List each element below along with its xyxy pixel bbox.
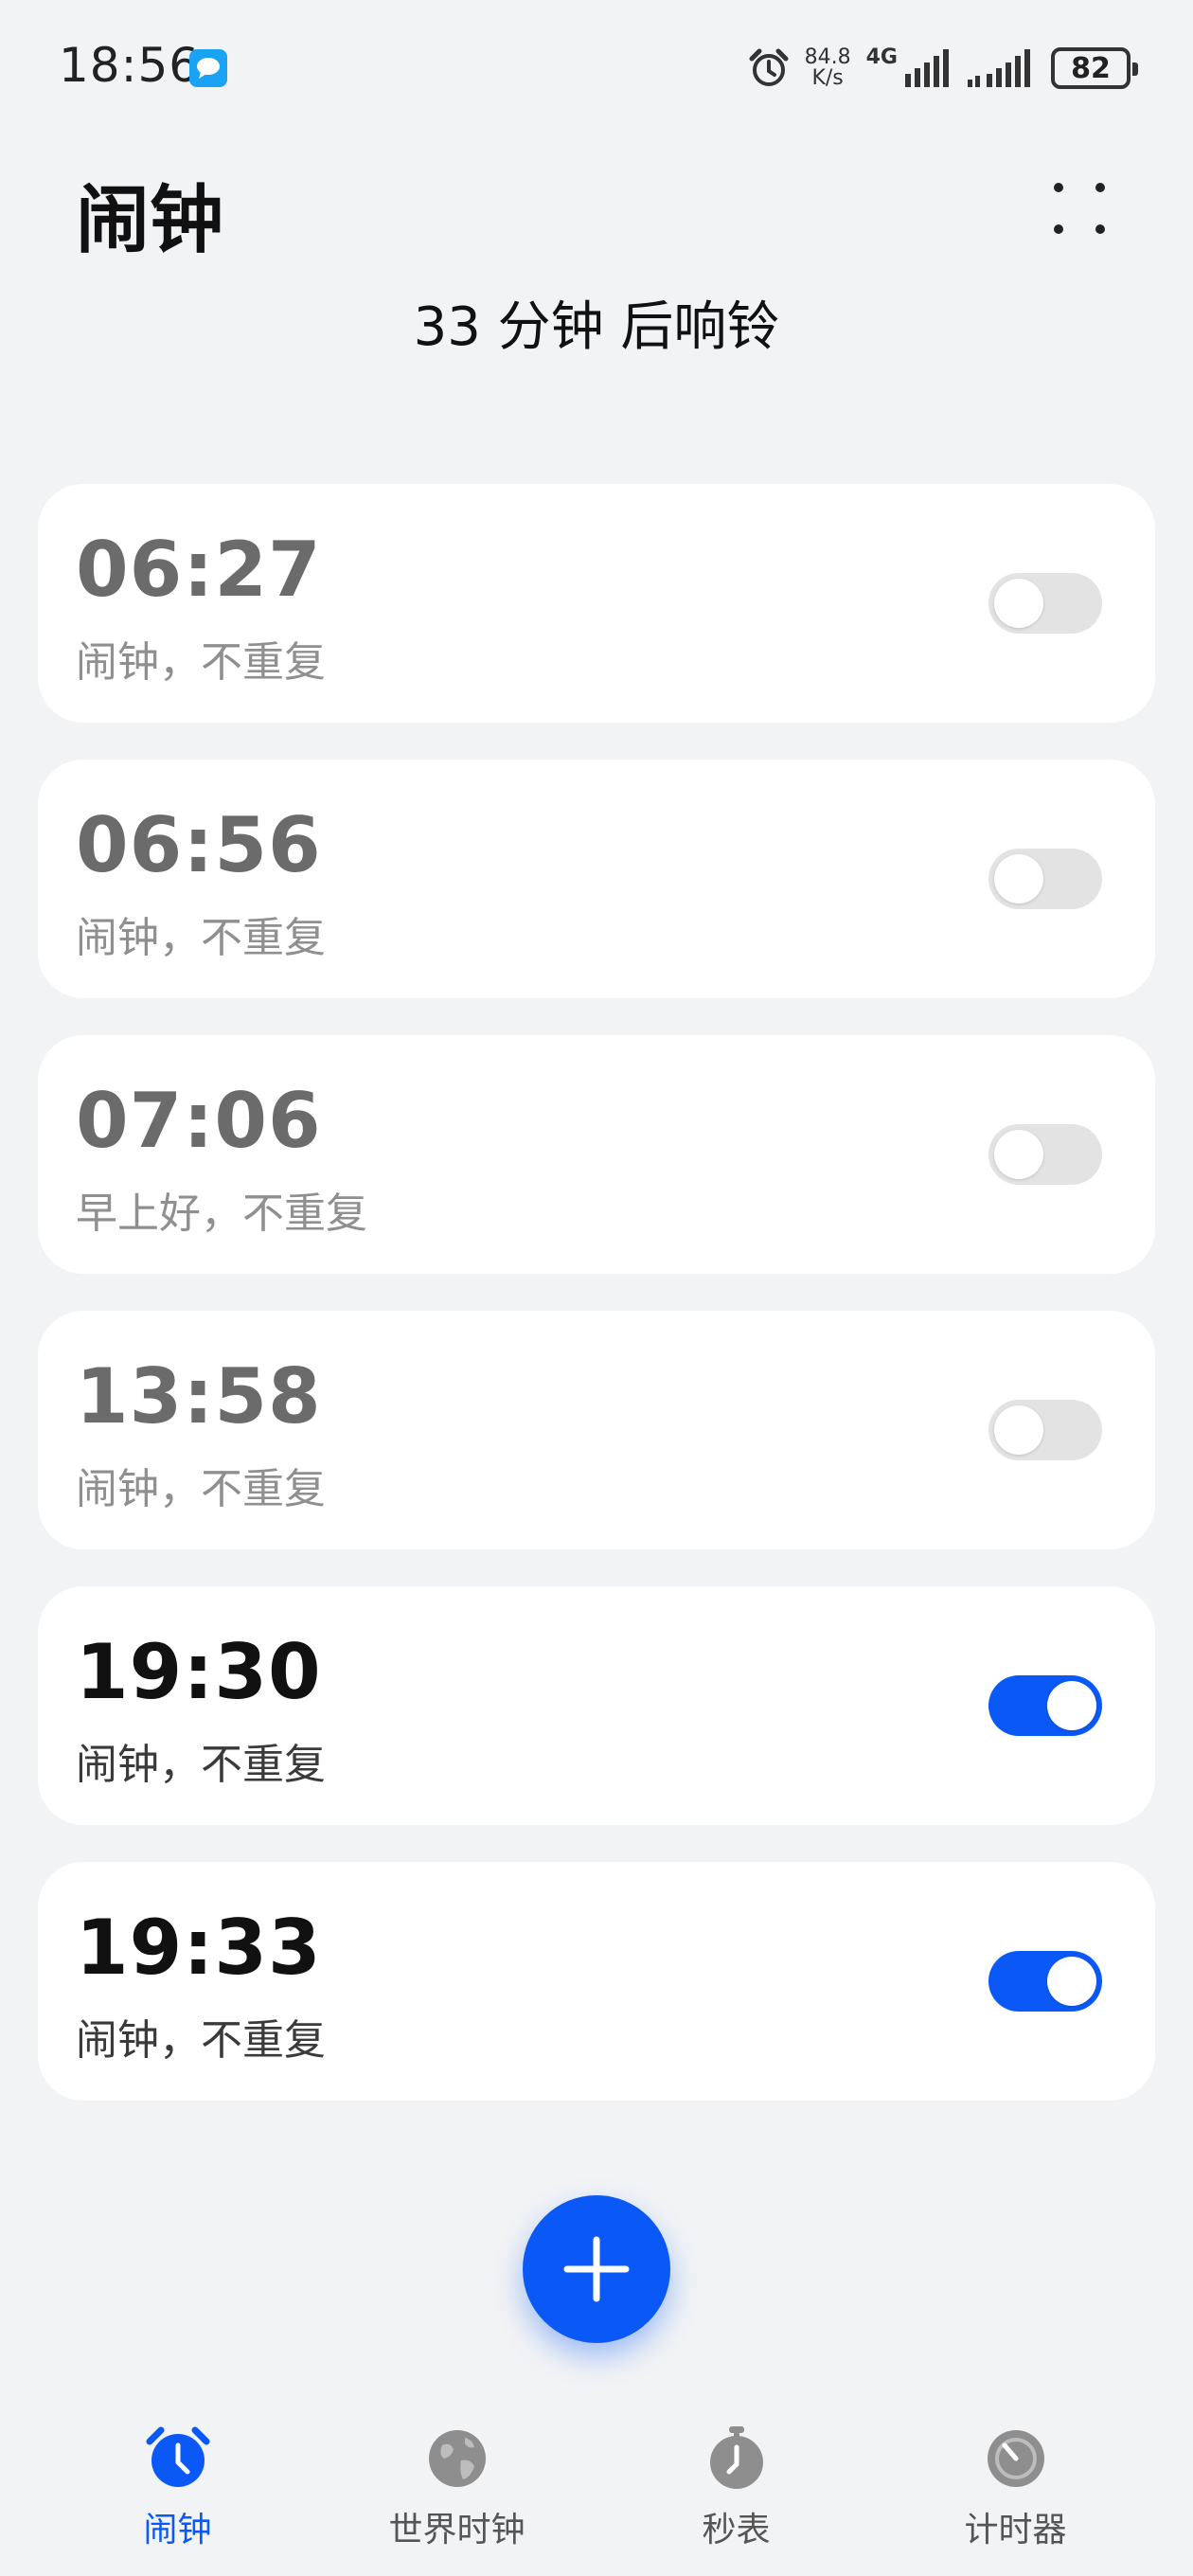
alarm-toggle[interactable]: [988, 1400, 1102, 1460]
alarm-label: 闹钟，不重复: [76, 1741, 326, 1789]
alarm-time: 06:56: [76, 801, 322, 889]
alarm-label: 早上好，不重复: [76, 1190, 367, 1238]
toggle-knob: [994, 1130, 1043, 1179]
alarm-toggle[interactable]: [988, 573, 1102, 634]
alarm-list: 06:27 闹钟，不重复 06:56 闹钟，不重复 07:06 早上好，不重复 …: [38, 484, 1155, 2138]
status-indicators: 84.8 K/s 4G 82: [748, 42, 1138, 95]
plus-icon: [563, 2236, 630, 2302]
status-bar: 18:56 84.8 K/s 4G 82: [0, 0, 1193, 133]
alarm-status-icon: [749, 48, 789, 86]
alarm-card[interactable]: 06:56 闹钟，不重复: [38, 760, 1155, 998]
alarm-clock-icon: [146, 2426, 209, 2487]
tab-label: 世界时钟: [388, 2511, 525, 2549]
network-type: 4G: [865, 45, 898, 69]
tab-stopwatch[interactable]: 秒表: [596, 2424, 876, 2576]
alarm-card[interactable]: 06:27 闹钟，不重复: [38, 484, 1155, 723]
stopwatch-icon: [709, 2426, 763, 2489]
network-speed-unit: K/s: [811, 66, 844, 90]
battery-level: 82: [1071, 51, 1111, 85]
more-options-button[interactable]: [1042, 170, 1117, 246]
network-speed: 84.8 K/s: [805, 47, 851, 89]
signal-strength-icon: [905, 49, 949, 87]
bottom-navigation: 闹钟 世界时钟 秒表 计时器: [0, 2424, 1193, 2576]
alarm-toggle[interactable]: [988, 849, 1102, 909]
alarm-time: 13:58: [76, 1352, 322, 1440]
tab-timer[interactable]: 计时器: [876, 2424, 1155, 2576]
message-notification-icon: [189, 49, 227, 87]
add-alarm-button[interactable]: [523, 2195, 670, 2343]
alarm-time: 06:27: [76, 526, 322, 614]
tab-alarm[interactable]: 闹钟: [38, 2424, 317, 2576]
clock-app-screen: 18:56 84.8 K/s 4G 82 闹钟 33 分钟 后响铃 06:27 …: [0, 0, 1193, 2576]
globe-icon: [428, 2430, 486, 2487]
signal-strength-icon-2: [968, 49, 1030, 87]
page-title: 闹钟: [76, 178, 224, 263]
alarm-time: 19:30: [76, 1628, 322, 1716]
alarm-toggle[interactable]: [988, 1675, 1102, 1736]
alarm-toggle[interactable]: [988, 1124, 1102, 1185]
toggle-knob: [1047, 1957, 1096, 2006]
alarm-toggle[interactable]: [988, 1951, 1102, 2012]
alarm-label: 闹钟，不重复: [76, 1465, 326, 1513]
alarm-label: 闹钟，不重复: [76, 914, 326, 962]
toggle-knob: [994, 854, 1043, 903]
alarm-label: 闹钟，不重复: [76, 638, 326, 687]
tab-label: 闹钟: [143, 2511, 212, 2549]
alarm-card[interactable]: 07:06 早上好，不重复: [38, 1035, 1155, 1274]
next-alarm-countdown: 33 分钟 后响铃: [413, 296, 780, 358]
alarm-label: 闹钟，不重复: [76, 2016, 326, 2065]
alarm-time: 07:06: [76, 1077, 322, 1165]
status-time: 18:56: [59, 38, 201, 93]
toggle-knob: [994, 1405, 1043, 1455]
network-speed-value: 84.8: [804, 45, 851, 69]
tab-world-clock[interactable]: 世界时钟: [317, 2424, 596, 2576]
alarm-card[interactable]: 19:30 闹钟，不重复: [38, 1586, 1155, 1825]
alarm-time: 19:33: [76, 1904, 322, 1992]
toggle-knob: [1047, 1681, 1096, 1730]
toggle-knob: [994, 579, 1043, 628]
tab-label: 计时器: [964, 2511, 1067, 2549]
alarm-card[interactable]: 19:33 闹钟，不重复: [38, 1862, 1155, 2101]
alarm-card[interactable]: 13:58 闹钟，不重复: [38, 1311, 1155, 1549]
battery-indicator: 82: [1051, 47, 1138, 89]
tab-label: 秒表: [702, 2511, 771, 2549]
timer-icon: [987, 2430, 1044, 2487]
